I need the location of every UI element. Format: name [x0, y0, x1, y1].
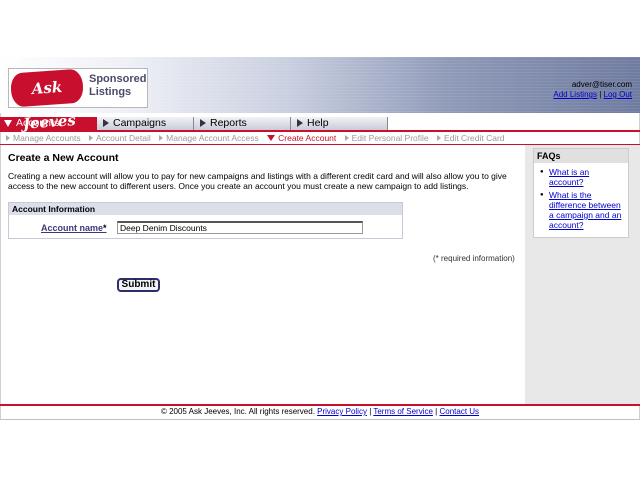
tab-right-arrow-icon: [200, 119, 206, 127]
page-title: Create a New Account: [8, 152, 119, 164]
terms-of-service-link[interactable]: Terms of Service: [373, 407, 433, 416]
faq-link-campaign-vs-account[interactable]: What is the difference between a campaig…: [549, 190, 621, 230]
arrow-down-icon: [267, 135, 276, 141]
faq-title: FAQs: [534, 149, 628, 163]
tab-underline: [0, 130, 640, 132]
arrow-right-icon: [6, 135, 10, 141]
subnav-edit-personal-profile[interactable]: Edit Personal Profile: [344, 133, 429, 143]
faq-link-what-is-account[interactable]: What is an account?: [549, 167, 589, 187]
subnav-edit-credit-card[interactable]: Edit Credit Card: [437, 133, 505, 143]
copyright-text: © 2005 Ask Jeeves, Inc. All rights reser…: [160, 407, 315, 416]
subnav-label: Manage Account Access: [166, 133, 259, 143]
ask-jeeves-logo: Ask Jeeves: [9, 68, 85, 133]
account-information-form: Account Information Account name*: [8, 202, 403, 239]
subnav-manage-account-access[interactable]: Manage Account Access: [159, 133, 259, 143]
subnav-label: Account Detail: [95, 133, 151, 143]
tab-reports[interactable]: Reports: [194, 117, 291, 130]
tab-label: Reports: [210, 117, 247, 129]
subnav-label: Create Account: [278, 133, 337, 143]
account-name-input[interactable]: [117, 221, 363, 234]
header-separator: |: [599, 90, 602, 99]
main-content: Create a New Account Creating a new acco…: [8, 152, 518, 191]
logo-tagline: Sponsored Listings: [89, 73, 146, 99]
arrow-right-icon: [159, 135, 164, 141]
account-name-label-text: Account name: [41, 223, 104, 233]
user-email: adver@tiser.com: [571, 80, 632, 89]
footer-separator: |: [435, 407, 438, 416]
faq-panel: FAQs What is an account? What is the dif…: [533, 148, 629, 238]
tab-down-arrow-icon: [4, 120, 12, 127]
section-header: Account Information: [9, 203, 402, 215]
intro-text: Creating a new account will allow you to…: [8, 171, 507, 191]
logo-tagline-line-1: Sponsored: [89, 73, 147, 85]
subnav-create-account[interactable]: Create Account: [267, 133, 336, 143]
faq-list: What is an account? What is the differen…: [534, 163, 628, 230]
logo[interactable]: Ask Jeeves Sponsored Listings: [8, 68, 148, 133]
sub-navigation: Manage Accounts Account Detail Manage Ac…: [6, 133, 511, 143]
arrow-right-icon: [344, 135, 349, 141]
footer-separator: |: [369, 407, 372, 416]
faq-item: What is the difference between a campaig…: [540, 190, 624, 230]
privacy-policy-link[interactable]: Privacy Policy: [317, 407, 367, 416]
subnav-label: Edit Credit Card: [444, 133, 505, 143]
required-asterisk: *: [103, 223, 107, 233]
faq-item: What is an account?: [540, 167, 624, 187]
submit-button[interactable]: Submit: [117, 278, 160, 292]
tab-campaigns[interactable]: Campaigns: [97, 117, 194, 130]
tab-right-arrow-icon: [103, 119, 109, 127]
tab-label: Campaigns: [113, 117, 167, 129]
subnav-account-detail[interactable]: Account Detail: [88, 133, 151, 143]
header-links: Add Listings | Log Out: [553, 90, 632, 100]
arrow-right-icon: [88, 135, 93, 141]
required-note: (* required information): [433, 254, 515, 263]
log-out-link[interactable]: Log Out: [604, 90, 632, 99]
logo-tagline-line-2: Listings: [89, 86, 132, 98]
tab-right-arrow-icon: [297, 119, 303, 127]
footer: © 2005 Ask Jeeves, Inc. All rights reser…: [0, 406, 640, 420]
add-listings-link[interactable]: Add Listings: [553, 90, 597, 99]
user-block: adver@tiser.com Add Listings | Log Out: [553, 80, 632, 100]
subnav-label: Edit Personal Profile: [351, 133, 429, 143]
tab-help[interactable]: Help: [291, 117, 388, 130]
main-tabs: Accounts Campaigns Reports Help: [0, 117, 640, 130]
contact-us-link[interactable]: Contact Us: [439, 407, 479, 416]
tab-label: Help: [307, 117, 329, 129]
account-name-label: Account name*: [41, 223, 107, 233]
arrow-right-icon: [437, 135, 442, 141]
